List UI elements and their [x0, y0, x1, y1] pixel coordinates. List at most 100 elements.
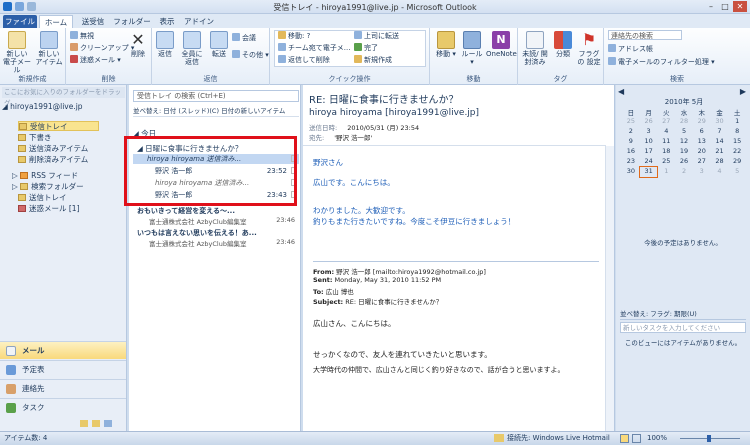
calendar-day[interactable]: 29 [693, 117, 711, 127]
calendar-day[interactable]: 19 [675, 147, 693, 157]
calendar-day[interactable]: 30 [622, 167, 640, 177]
folder-sent[interactable]: 送信済みアイテム [18, 144, 88, 154]
calendar-day[interactable]: 1 [728, 117, 746, 127]
reply-button[interactable]: 返信 [154, 31, 176, 58]
calendar-day[interactable]: 7 [711, 127, 729, 137]
calendar-day[interactable]: 13 [693, 137, 711, 147]
close-icon[interactable]: ✕ [733, 1, 747, 12]
address-book-button[interactable]: アドレス帳 [608, 44, 653, 54]
calendar-day[interactable]: 5 [728, 167, 746, 177]
task-sort-bar[interactable]: 並べ替え: フラグ: 期限(U) [620, 309, 746, 320]
tab-send-receive[interactable]: 送受信 [76, 15, 110, 28]
quick-step-reply-delete[interactable]: 返信して削除 [278, 55, 330, 65]
normal-view-icon[interactable] [620, 434, 629, 443]
calendar-day[interactable]: 16 [622, 147, 640, 157]
calendar-day[interactable]: 4 [657, 127, 675, 137]
forward-button[interactable]: 転送 [208, 31, 230, 58]
folder-rss[interactable]: ▷ RSS フィード [12, 171, 78, 181]
maximize-icon[interactable]: □ [718, 1, 732, 12]
folder-outbox[interactable]: 送信トレイ [18, 193, 67, 203]
nav-tasks-button[interactable]: タスク [0, 398, 126, 416]
calendar-day[interactable]: 3 [640, 127, 658, 137]
calendar-day[interactable]: 6 [693, 127, 711, 137]
folder-list-icon[interactable] [92, 420, 100, 427]
inbox-search-input[interactable]: 受信トレイ の検索 (Ctrl+E) [133, 90, 299, 102]
ignore-button[interactable]: 無視 [70, 31, 94, 41]
calendar-day[interactable]: 1 [657, 167, 675, 177]
calendar-day[interactable]: 12 [675, 137, 693, 147]
new-item-button[interactable]: 新しい アイテム [34, 31, 64, 66]
quick-step-done[interactable]: 完了 [354, 43, 378, 53]
contact-search-input[interactable]: 連絡先の検索 [608, 30, 682, 40]
message-row-2-sender[interactable]: 富士通株式会社 AzbyClub編集室 23:46 [149, 238, 299, 248]
calendar-day[interactable]: 2 [622, 127, 640, 137]
message-from[interactable]: hiroya hiroyama [hiroya1991@live.jp] [309, 108, 479, 118]
tab-folder[interactable]: フォルダー [112, 15, 152, 28]
rules-button[interactable]: ルール ▾ [460, 31, 484, 66]
calendar-day[interactable]: 27 [657, 117, 675, 127]
calendar-day[interactable]: 3 [693, 167, 711, 177]
calendar-day[interactable]: 17 [640, 147, 658, 157]
calendar-day[interactable]: 9 [622, 137, 640, 147]
folder-search[interactable]: ▷ 検索フォルダー [12, 182, 84, 192]
calendar-day[interactable]: 23 [622, 157, 640, 167]
categorize-button[interactable]: 分類 [552, 31, 574, 58]
account-name[interactable]: ◢ hiroya1991@live.jp [2, 102, 83, 111]
folder-inbox[interactable]: 受信トレイ [18, 121, 99, 131]
junk-button[interactable]: 迷惑メール ▾ [70, 55, 121, 65]
calendar-day[interactable]: 2 [675, 167, 693, 177]
message-row-2[interactable]: いつもは言えない思いを伝える！あ... [133, 228, 299, 238]
folder-deleted[interactable]: 削除済みアイテム [18, 155, 88, 165]
calendar-day[interactable]: 4 [711, 167, 729, 177]
calendar-day[interactable]: 5 [675, 127, 693, 137]
sort-bar[interactable]: 並べ替え: 日付 (スレッド)(C) 日付の新しいアイテム [133, 105, 299, 117]
calendar-day[interactable]: 25 [622, 117, 640, 127]
reading-view-icon[interactable] [632, 434, 641, 443]
calendar-day[interactable]: 20 [693, 147, 711, 157]
calendar-day[interactable]: 27 [693, 157, 711, 167]
calendar-day[interactable]: 8 [728, 127, 746, 137]
folder-junk[interactable]: 迷惑メール [1] [18, 204, 80, 214]
quick-step-team-email[interactable]: チーム宛て電子メ... [278, 43, 350, 53]
quick-step-to-manager[interactable]: 上司に転送 [354, 31, 399, 41]
todo-prev-arrow[interactable]: ◀ [618, 87, 624, 96]
nav-contacts-button[interactable]: 連絡先 [0, 379, 126, 397]
calendar-day[interactable]: 26 [640, 117, 658, 127]
zoom-slider-thumb[interactable] [707, 435, 711, 442]
minimize-icon[interactable]: – [704, 1, 718, 12]
calendar-day[interactable]: 22 [728, 147, 746, 157]
calendar-day[interactable]: 18 [657, 147, 675, 157]
calendar-day[interactable]: 31 [638, 166, 659, 178]
new-task-input[interactable]: 新しいタスクを入力してください [620, 322, 746, 333]
tab-file[interactable]: ファイル [3, 15, 37, 28]
message-row-1[interactable]: おもいきって経営を変える～... [133, 206, 299, 216]
connection-status[interactable]: 接続先: Windows Live Hotmail [507, 432, 610, 445]
calendar-day[interactable]: 29 [728, 157, 746, 167]
tab-view[interactable]: 表示 [154, 15, 180, 28]
new-email-button[interactable]: 新しい 電子メール [2, 31, 32, 74]
calendar-day[interactable]: 28 [675, 117, 693, 127]
nav-calendar-button[interactable]: 予定表 [0, 360, 126, 378]
calendar-day[interactable]: 25 [657, 157, 675, 167]
zoom-level[interactable]: 100% [647, 432, 667, 445]
followup-button[interactable]: ⚑ フラグの 設定 [576, 31, 602, 67]
shortcuts-icon[interactable] [104, 420, 112, 427]
calendar-day[interactable]: 10 [640, 137, 658, 147]
folder-drafts[interactable]: 下書き [18, 133, 52, 143]
notes-icon[interactable] [80, 420, 88, 427]
calendar-day[interactable]: 15 [728, 137, 746, 147]
move-button[interactable]: 移動 ▾ [434, 31, 458, 58]
reading-scrollbar[interactable] [605, 146, 614, 431]
tab-home[interactable]: ホーム [39, 15, 73, 28]
more-respond-button[interactable]: その他 ▾ [232, 50, 269, 60]
meeting-button[interactable]: 会議 [232, 33, 256, 43]
tab-addins[interactable]: アドイン [182, 15, 216, 28]
calendar-day[interactable]: 14 [711, 137, 729, 147]
cleanup-button[interactable]: クリーンアップ ▾ [70, 43, 134, 53]
calendar-day[interactable]: 28 [711, 157, 729, 167]
quick-step-move[interactable]: 移動: ? [278, 31, 310, 41]
calendar-day[interactable]: 24 [640, 157, 658, 167]
todo-collapse-arrow[interactable]: ▶ [740, 87, 746, 96]
calendar-day[interactable]: 26 [675, 157, 693, 167]
onenote-button[interactable]: N OneNote [486, 31, 517, 58]
